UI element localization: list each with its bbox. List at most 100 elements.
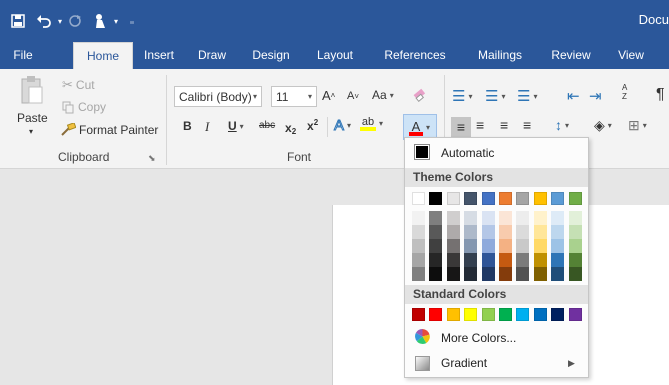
theme-shade-swatch[interactable]: [516, 225, 530, 239]
shading-button[interactable]: ◈ ▾: [594, 117, 612, 134]
theme-color-swatch[interactable]: [568, 192, 582, 205]
tab-review[interactable]: Review: [546, 42, 596, 69]
cut-button[interactable]: ✂ Cut: [62, 77, 95, 93]
standard-color-swatch[interactable]: [516, 308, 530, 321]
justify-icon[interactable]: ≡: [523, 117, 531, 133]
theme-shade-swatch[interactable]: [464, 239, 478, 253]
theme-color-swatch[interactable]: [429, 192, 443, 205]
font-name-select[interactable]: Calibri (Body) ▾: [174, 86, 262, 107]
theme-color-swatch[interactable]: [551, 192, 565, 205]
theme-shade-swatch[interactable]: [533, 211, 547, 225]
numbering-button[interactable]: ☰ ▾: [485, 87, 505, 105]
theme-shade-swatch[interactable]: [429, 211, 443, 225]
theme-color-swatch[interactable]: [412, 192, 425, 205]
theme-shade-swatch[interactable]: [499, 267, 512, 281]
theme-shade-swatch[interactable]: [429, 267, 443, 281]
tab-insert[interactable]: Insert: [137, 42, 181, 69]
gradient-item[interactable]: Gradient ▶: [405, 352, 588, 374]
theme-shade-swatch[interactable]: [516, 253, 530, 267]
theme-shade-swatch[interactable]: [568, 239, 582, 253]
customize-toolbar-icon[interactable]: ₌: [125, 8, 139, 34]
theme-shade-swatch[interactable]: [464, 211, 478, 225]
tab-references[interactable]: References: [376, 42, 454, 69]
bold-button[interactable]: B: [183, 119, 192, 133]
change-case-button[interactable]: Aa ▾: [372, 88, 394, 102]
theme-shade-swatch[interactable]: [412, 267, 425, 281]
touch-mode-dropdown-icon[interactable]: ▾: [111, 8, 121, 34]
theme-shade-swatch[interactable]: [533, 267, 547, 281]
theme-shade-swatch[interactable]: [568, 211, 582, 225]
theme-color-swatch[interactable]: [464, 192, 478, 205]
paste-dropdown-icon[interactable]: ▾: [29, 127, 33, 136]
standard-color-swatch[interactable]: [429, 308, 443, 321]
theme-shade-swatch[interactable]: [551, 211, 565, 225]
theme-shade-swatch[interactable]: [429, 225, 443, 239]
theme-shade-swatch[interactable]: [429, 253, 443, 267]
copy-button[interactable]: Copy: [62, 100, 106, 114]
theme-shade-swatch[interactable]: [516, 239, 530, 253]
save-icon[interactable]: [8, 8, 28, 34]
align-right-icon[interactable]: ≡: [500, 117, 508, 133]
theme-shade-swatch[interactable]: [446, 225, 460, 239]
text-effects-button[interactable]: A ▾: [333, 117, 351, 135]
theme-shade-swatch[interactable]: [481, 239, 495, 253]
theme-shade-swatch[interactable]: [412, 253, 425, 267]
theme-shade-swatch[interactable]: [568, 225, 582, 239]
theme-shade-swatch[interactable]: [568, 267, 582, 281]
increase-indent-icon[interactable]: ⇥: [589, 87, 602, 105]
theme-color-swatch[interactable]: [446, 192, 460, 205]
line-spacing-button[interactable]: ↕ ▾: [555, 117, 569, 133]
theme-shade-swatch[interactable]: [412, 239, 425, 253]
theme-shade-swatch[interactable]: [446, 211, 460, 225]
grow-font-button[interactable]: A ˄: [322, 88, 335, 103]
standard-color-swatch[interactable]: [446, 308, 460, 321]
paste-button[interactable]: Paste: [17, 111, 48, 125]
clipboard-launcher-icon[interactable]: ⬊: [148, 153, 156, 164]
theme-shade-swatch[interactable]: [464, 225, 478, 239]
theme-shade-swatch[interactable]: [412, 211, 425, 225]
theme-shade-swatch[interactable]: [481, 211, 495, 225]
theme-shade-swatch[interactable]: [568, 253, 582, 267]
standard-color-swatch[interactable]: [464, 308, 478, 321]
tab-file[interactable]: File: [4, 42, 42, 69]
subscript-button[interactable]: x2: [285, 119, 296, 137]
theme-shade-swatch[interactable]: [499, 253, 512, 267]
theme-shade-swatch[interactable]: [499, 211, 512, 225]
shrink-font-button[interactable]: A ˅: [347, 90, 359, 102]
more-colors-item[interactable]: More Colors...: [405, 327, 588, 349]
theme-shade-swatch[interactable]: [446, 267, 460, 281]
standard-color-swatch[interactable]: [533, 308, 547, 321]
theme-shade-swatch[interactable]: [481, 267, 495, 281]
standard-color-swatch[interactable]: [412, 308, 425, 321]
strikethrough-button[interactable]: abc: [259, 120, 275, 131]
standard-color-swatch[interactable]: [568, 308, 582, 321]
theme-shade-swatch[interactable]: [533, 225, 547, 239]
paste-icon[interactable]: [20, 75, 44, 105]
theme-shade-swatch[interactable]: [551, 239, 565, 253]
highlight-button[interactable]: ab ▾: [360, 116, 383, 131]
standard-color-swatch[interactable]: [499, 308, 512, 321]
underline-button[interactable]: U ▾: [228, 119, 244, 133]
tab-mailings[interactable]: Mailings: [470, 42, 530, 69]
tab-layout[interactable]: Layout: [310, 42, 360, 69]
theme-shade-swatch[interactable]: [533, 239, 547, 253]
sort-button[interactable]: A Z: [622, 83, 630, 101]
theme-shade-swatch[interactable]: [516, 267, 530, 281]
italic-button[interactable]: I: [205, 119, 209, 135]
tab-design[interactable]: Design: [246, 42, 296, 69]
undo-dropdown-icon[interactable]: ▾: [55, 8, 65, 34]
theme-shade-swatch[interactable]: [481, 253, 495, 267]
theme-shade-swatch[interactable]: [464, 267, 478, 281]
bullets-button[interactable]: ☰ ▾: [452, 87, 472, 105]
tab-draw[interactable]: Draw: [193, 42, 231, 69]
theme-shade-swatch[interactable]: [446, 253, 460, 267]
theme-color-swatch[interactable]: [516, 192, 530, 205]
clear-formatting-icon[interactable]: [412, 87, 428, 103]
decrease-indent-icon[interactable]: ⇤: [567, 87, 580, 105]
multilevel-list-button[interactable]: ☰ ▾: [517, 87, 537, 105]
theme-shade-swatch[interactable]: [481, 225, 495, 239]
touch-mode-icon[interactable]: [90, 8, 110, 34]
undo-icon[interactable]: [34, 8, 54, 34]
standard-color-swatch[interactable]: [481, 308, 495, 321]
theme-shade-swatch[interactable]: [464, 253, 478, 267]
